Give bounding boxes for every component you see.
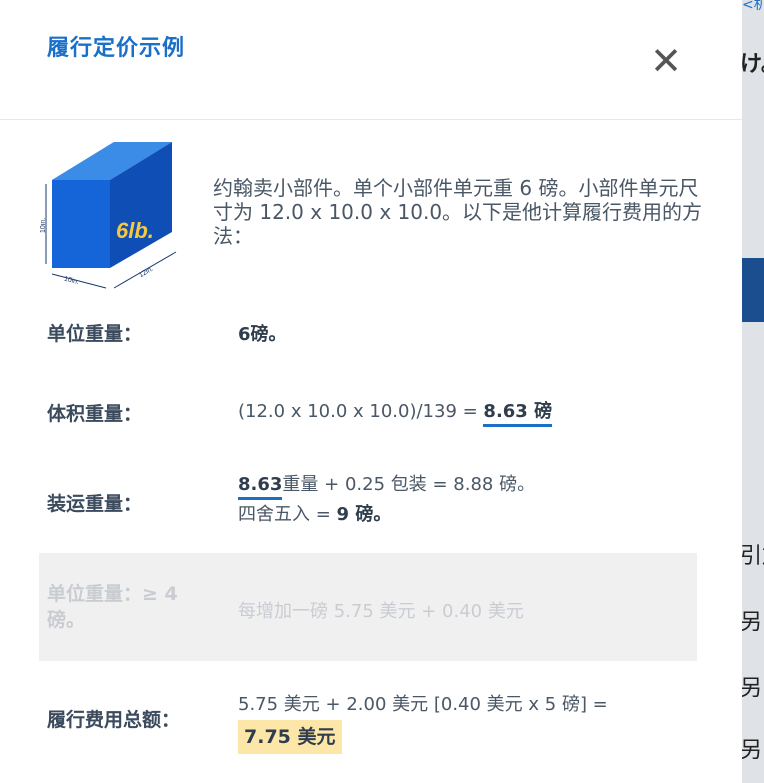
dim-weight-label: 体积重量： xyxy=(47,403,143,425)
rounding-prefix: 四舍五入 = xyxy=(238,504,337,525)
dim-label-height: 10in. xyxy=(40,218,47,233)
background-banner xyxy=(742,258,764,322)
shipping-weight-label: 装运重量： xyxy=(47,493,143,515)
close-icon[interactable]: ✕ xyxy=(648,41,684,81)
total-fee-label: 履行费用总额： xyxy=(47,709,181,731)
background-text: け。 xyxy=(742,52,764,77)
total-fee-formula: 5.75 美元 + 2.00 美元 [0.40 美元 x 5 磅] = xyxy=(238,694,608,715)
total-fee-value: 5.75 美元 + 2.00 美元 [0.40 美元 x 5 磅] = 7.75… xyxy=(238,690,608,754)
shipping-weight-line-1: 8.63重量 + 0.25 包装 = 8.88 磅。 xyxy=(238,470,535,500)
dim-label-front: 10in. xyxy=(63,276,79,286)
unit-weight-label: 单位重量： xyxy=(47,323,143,345)
intro-text: 约翰卖小部件。单个小部件单元重 6 磅。小部件单元尺寸为 12.0 x 10.0… xyxy=(213,176,703,248)
background-text: 引加 xyxy=(742,544,764,569)
shipping-weight-bold: 8.63 xyxy=(238,474,283,500)
dim-label-right: 12in. xyxy=(138,266,155,280)
dimmed-unit-weight-row: 单位重量：≥ 4 磅。 每增加一磅 5.75 美元 + 0.40 美元 xyxy=(39,553,697,661)
rounding-result: 9 磅。 xyxy=(336,504,392,525)
cube-front xyxy=(52,180,110,268)
dim-weight-value: (12.0 x 10.0 x 10.0)/139 = 8.63 磅 xyxy=(238,397,553,427)
cube-icon: 6lb. 10in. 10in. 12in. xyxy=(40,142,177,289)
shipping-weight-rest: 重量 + 0.25 包装 = 8.88 磅。 xyxy=(282,474,536,495)
cube-weight-label: 6lb. xyxy=(116,218,154,243)
dim-weight-formula: (12.0 x 10.0 x 10.0)/139 = xyxy=(238,401,484,422)
modal-title: 履行定价示例 xyxy=(47,36,186,61)
dim-weight-result: 8.63 磅 xyxy=(483,401,553,427)
dimmed-row-value: 每增加一磅 5.75 美元 + 0.40 美元 xyxy=(238,601,524,622)
background-link[interactable]: <机 xyxy=(742,0,764,14)
background-text: 另 xyxy=(742,610,763,635)
modal-header: 履行定价示例 ✕ xyxy=(0,0,742,120)
background-page: <机 け。 引加 另 另 另 xyxy=(742,0,764,783)
total-fee-result: 7.75 美元 xyxy=(238,720,342,754)
dimmed-row-label: 单位重量：≥ 4 磅。 xyxy=(47,583,178,631)
background-text: 另 xyxy=(742,738,763,763)
shipping-weight-value: 8.63重量 + 0.25 包装 = 8.88 磅。 四舍五入 = 9 磅。 xyxy=(238,470,535,530)
background-text: 另 xyxy=(742,676,763,701)
pricing-example-modal: 履行定价示例 ✕ 6lb. 10in. 10in. 12in. 约翰卖小部件。单… xyxy=(0,0,742,783)
shipping-weight-line-2: 四舍五入 = 9 磅。 xyxy=(238,500,535,530)
unit-weight-value: 6磅。 xyxy=(238,324,287,345)
